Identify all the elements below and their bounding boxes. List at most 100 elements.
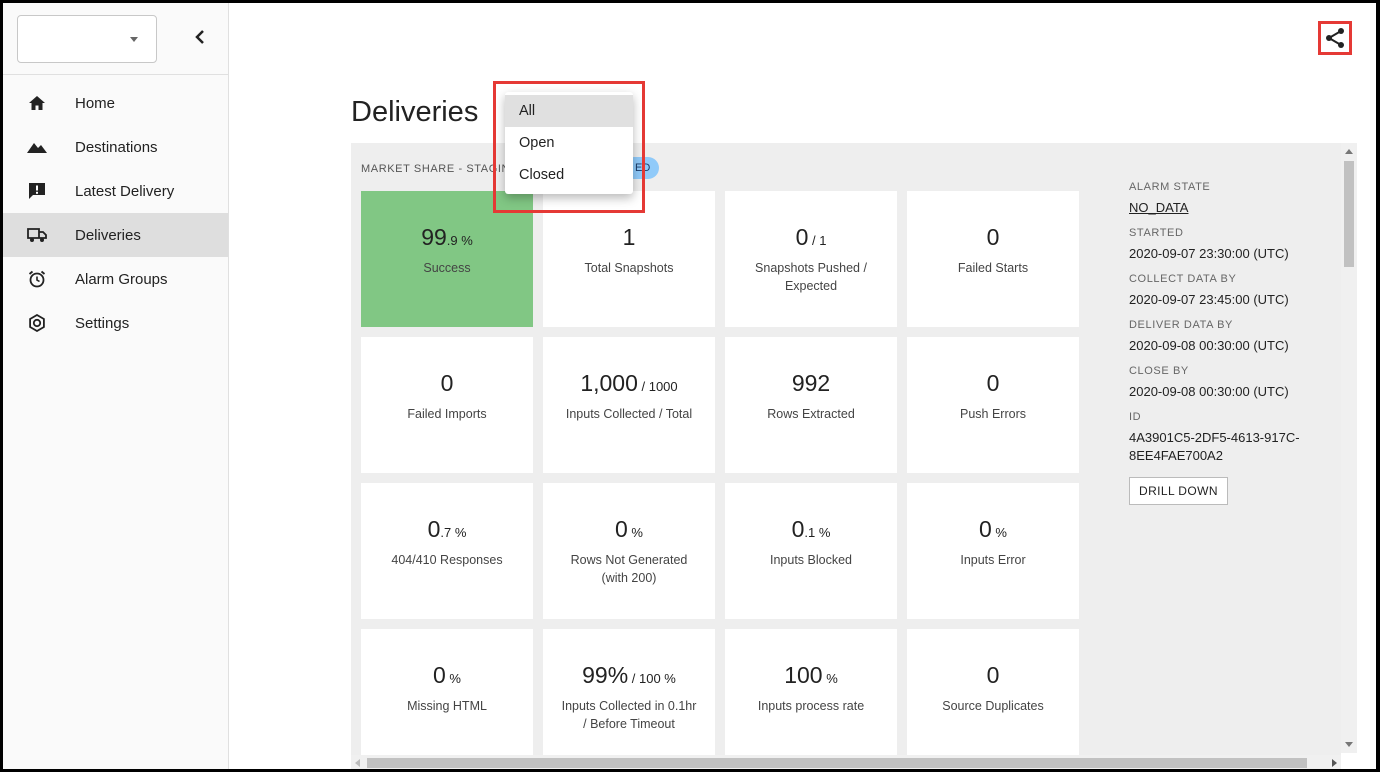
metric-value-main: 0 — [615, 516, 628, 542]
metric-value-main: 992 — [791, 370, 831, 396]
metric-value-suffix: % — [822, 671, 838, 686]
menu-item-closed[interactable]: Closed — [505, 159, 633, 191]
metric-label: Snapshots Pushed / Expected — [755, 261, 867, 293]
metric-value-suffix: / 100 % — [628, 671, 676, 686]
deliver-label: DELIVER DATA BY — [1129, 319, 1233, 331]
metric-value-suffix: .1 % — [804, 525, 831, 540]
sidebar-item-label: Settings — [75, 314, 130, 332]
metric-value: 0.7 % — [428, 515, 467, 547]
metric-value-main: 0 — [433, 662, 446, 688]
menu-item-all[interactable]: All — [505, 95, 633, 127]
alert-message-icon — [25, 181, 49, 201]
metric-label: Inputs Collected / Total — [565, 407, 693, 421]
sidebar-item-destinations[interactable]: Destinations — [3, 125, 228, 169]
scroll-thumb[interactable] — [367, 758, 1307, 768]
sidebar-item-latest-delivery[interactable]: Latest Delivery — [3, 169, 228, 213]
metric-value: 0 / 1 — [796, 223, 827, 255]
scroll-left-icon[interactable] — [355, 759, 360, 767]
metric-label: Rows Not Generated (with 200) — [570, 553, 688, 585]
scroll-right-icon[interactable] — [1332, 759, 1337, 767]
scroll-down-icon[interactable] — [1345, 742, 1353, 747]
close-value: 2020-09-08 00:30:00 (UTC) — [1129, 384, 1289, 399]
share-button[interactable] — [1318, 21, 1352, 55]
collapse-sidebar-button[interactable] — [189, 27, 211, 49]
metric-tile: 0 % Missing HTML — [361, 629, 533, 765]
metric-tile: 0 Source Duplicates — [907, 629, 1079, 765]
sidebar-item-label: Deliveries — [75, 226, 141, 244]
metric-value-main: 0 — [979, 516, 992, 542]
sidebar-item-alarm-groups[interactable]: Alarm Groups — [3, 257, 228, 301]
metric-label: Missing HTML — [407, 699, 487, 713]
metric-value: 992 — [792, 369, 830, 401]
metric-value: 0 % — [979, 515, 1007, 547]
metric-label: Inputs process rate — [757, 699, 865, 713]
metric-label: Rows Extracted — [767, 407, 855, 421]
metric-value: 99% / 100 % — [582, 661, 676, 693]
sidebar-item-home[interactable]: Home — [3, 81, 228, 125]
delivery-panel: MARKET SHARE - STAGIN ED 99.9 % Success 1 T… — [351, 143, 1341, 769]
metric-tile: 100 % Inputs process rate — [725, 629, 897, 765]
metric-value-suffix: % — [445, 671, 461, 686]
sidebar-item-deliveries[interactable]: Deliveries — [3, 213, 228, 257]
metric-value: 0.1 % — [792, 515, 831, 547]
gear-icon — [25, 313, 49, 333]
sidebar-item-label: Destinations — [75, 138, 158, 156]
metric-value: 0 % — [615, 515, 643, 547]
metric-tile: 0 % Rows Not Generated (with 200) — [543, 483, 715, 619]
metric-value: 1 — [623, 223, 636, 255]
workspace-select[interactable] — [17, 15, 157, 63]
metric-value-main: 0 — [427, 516, 441, 542]
alarm-state-link[interactable]: NO_DATA — [1129, 199, 1319, 217]
scroll-thumb[interactable] — [1344, 161, 1354, 267]
metric-label: Inputs Blocked — [770, 553, 852, 567]
chevron-left-icon — [195, 30, 204, 44]
metric-tile: 0 / 1 Snapshots Pushed / Expected — [725, 191, 897, 327]
metric-value-main: 99 — [421, 224, 447, 250]
metric-value-suffix: % — [991, 525, 1007, 540]
delivery-info: ALARM STATE NO_DATA STARTED 2020-09-07 2… — [1129, 171, 1319, 505]
chevron-down-icon — [130, 37, 138, 42]
metric-tile: 0 Failed Starts — [907, 191, 1079, 327]
metric-tile: 99% / 100 % Inputs Collected in 0.1hr / B… — [543, 629, 715, 765]
alarm-state-label: ALARM STATE — [1129, 181, 1211, 193]
metric-value-main: 0 — [986, 662, 1000, 688]
metric-label: Failed Imports — [407, 407, 487, 421]
page-title: Deliveries — [351, 96, 479, 128]
collect-label: COLLECT DATA BY — [1129, 273, 1237, 285]
metric-label: Success — [423, 261, 471, 275]
metric-value-main: 99% — [582, 662, 629, 688]
metric-tile: 0.7 % 404/410 Responses — [361, 483, 533, 619]
sidebar: Home Destinations Latest Delivery Delive… — [3, 3, 229, 769]
metric-label: Inputs Error — [960, 553, 1026, 567]
menu-item-open[interactable]: Open — [505, 127, 633, 159]
sidebar-header — [3, 3, 228, 75]
home-icon — [25, 93, 49, 113]
metric-value-suffix: % — [627, 525, 643, 540]
started-label: STARTED — [1129, 227, 1184, 239]
horizontal-scrollbar[interactable] — [351, 755, 1341, 769]
sidebar-item-label: Latest Delivery — [75, 182, 175, 200]
deliver-value: 2020-09-08 00:30:00 (UTC) — [1129, 338, 1289, 353]
metric-value-main: 100 — [784, 662, 823, 688]
vertical-scrollbar[interactable] — [1341, 143, 1357, 753]
sidebar-nav: Home Destinations Latest Delivery Delive… — [3, 81, 228, 345]
metric-value-main: 0 — [986, 370, 1000, 396]
drill-down-button[interactable]: DRILL DOWN — [1129, 477, 1228, 505]
metric-value-suffix: / 1000 — [637, 379, 678, 394]
metric-label: 404/410 Responses — [391, 553, 503, 567]
metric-value: 0 — [987, 369, 1000, 401]
close-label: CLOSE BY — [1129, 365, 1189, 377]
id-label: ID — [1129, 411, 1142, 423]
metric-value: 100 % — [784, 661, 838, 693]
metric-label: Total Snapshots — [584, 261, 674, 275]
metric-tile: 0 Failed Imports — [361, 337, 533, 473]
sidebar-item-settings[interactable]: Settings — [3, 301, 228, 345]
app-window: Home Destinations Latest Delivery Delive… — [0, 0, 1380, 772]
metric-value-main: 1 — [622, 224, 636, 250]
truck-icon — [25, 225, 49, 245]
metric-value-suffix: .7 % — [440, 525, 467, 540]
scroll-up-icon[interactable] — [1345, 149, 1353, 154]
metric-value: 1,000 / 1000 — [580, 369, 677, 401]
main-content: Deliveries MARKET SHARE - STAGIN ED 99.9… — [229, 3, 1376, 769]
metric-label: Source Duplicates — [942, 699, 1044, 713]
